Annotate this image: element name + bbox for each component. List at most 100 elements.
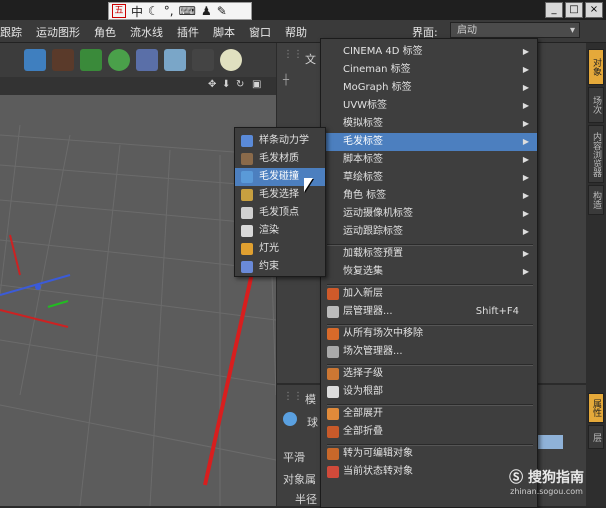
light-icon xyxy=(241,243,253,255)
current-state-icon xyxy=(327,466,339,478)
hair-material-icon xyxy=(241,153,253,165)
submenu-item[interactable]: 渲染 xyxy=(235,222,325,240)
context-menu-item-label: UVW标签 xyxy=(343,100,388,111)
floor-icon[interactable] xyxy=(164,49,186,71)
context-menu-item[interactable]: 运动跟踪标签 ▶ xyxy=(321,223,537,241)
menu-plugins[interactable]: 插件 xyxy=(177,24,199,40)
light-bulb-icon[interactable] xyxy=(220,49,242,71)
submenu-item[interactable]: 毛发顶点 xyxy=(235,204,325,222)
context-menu-item[interactable]: 脚本标签 ▶ xyxy=(321,151,537,169)
camera-icon[interactable] xyxy=(192,49,214,71)
tab-takes[interactable]: 场次 xyxy=(588,87,604,123)
tab-objects[interactable]: 对象 xyxy=(588,49,604,85)
sogou-logo-icon: Ⓢ xyxy=(509,470,524,486)
watermark-title: 搜狗指南 xyxy=(528,470,584,486)
tags-context-menu: CINEMA 4D 标签 ▶ Cineman 标签 ▶ MoGraph 标签 ▶ UVW标签… xyxy=(320,38,538,508)
context-menu-item[interactable]: Cineman 标签 ▶ xyxy=(321,61,537,79)
axis-green xyxy=(47,300,69,308)
submenu-item[interactable]: 样条动力学 xyxy=(235,132,325,150)
moon-icon[interactable]: ☾ xyxy=(148,4,159,18)
ime-mode[interactable]: 中 xyxy=(131,3,143,20)
submenu-arrow-icon: ▶ xyxy=(522,119,529,128)
pen-spline-icon[interactable] xyxy=(52,49,74,71)
menu-script[interactable]: 脚本 xyxy=(213,24,235,40)
submenu-item-label: 灯光 xyxy=(259,243,279,254)
cube-icon[interactable] xyxy=(24,49,46,71)
context-menu-item[interactable]: 运动摄像机标签 ▶ xyxy=(321,205,537,223)
menu-character[interactable]: 角色 xyxy=(94,24,116,40)
context-menu-item-label: 场次管理器... xyxy=(343,346,403,357)
context-menu-item[interactable]: 当前状态转对象 xyxy=(321,463,537,481)
tab-layers[interactable]: 层 xyxy=(588,425,604,449)
context-menu-item-label: 加载标签预置 xyxy=(343,248,403,259)
deformer-icon[interactable] xyxy=(136,49,158,71)
dot-comma-icon[interactable]: °, xyxy=(164,4,174,18)
tab-attributes[interactable]: 属性 xyxy=(588,393,604,423)
watermark-url: zhinan.sogou.com xyxy=(510,487,583,496)
move-view-icon[interactable]: ✥ xyxy=(208,79,216,90)
menu-help[interactable]: 帮助 xyxy=(285,24,307,40)
context-menu-item[interactable]: 草绘标签 ▶ xyxy=(321,169,537,187)
panel-grip-icon[interactable]: ⋮⋮ xyxy=(283,49,303,60)
submenu-arrow-icon: ▶ xyxy=(522,101,529,110)
close-button[interactable]: × xyxy=(585,2,603,18)
submenu-item[interactable]: 灯光 xyxy=(235,240,325,258)
set-root-icon xyxy=(327,386,339,398)
axis-x-blue xyxy=(0,274,71,296)
ime-toolbar[interactable]: 五 中 ☾ °, ⌨ ♟ ✎ xyxy=(108,2,252,20)
context-menu-item[interactable]: UVW标签 ▶ xyxy=(321,97,537,115)
subdivision-icon[interactable] xyxy=(80,49,102,71)
origin-point xyxy=(35,284,41,290)
context-menu-item[interactable]: 毛发标签 ▶ xyxy=(321,133,537,151)
submenu-item[interactable]: 约束 xyxy=(235,258,325,276)
minimize-button[interactable]: _ xyxy=(545,2,563,18)
keyboard-icon[interactable]: ⌨ xyxy=(179,4,196,18)
attr-phong-tab[interactable]: 平滑 xyxy=(283,449,305,465)
wrench-icon[interactable]: ✎ xyxy=(217,4,227,18)
tab-structure[interactable]: 构造 xyxy=(588,185,604,215)
context-menu-item[interactable]: 模拟标签 ▶ xyxy=(321,115,537,133)
submenu-item-label: 样条动力学 xyxy=(259,135,309,146)
context-menu-item[interactable]: 全部折叠 xyxy=(321,423,537,441)
tab-content-browser[interactable]: 内容浏览器 xyxy=(588,125,604,183)
object-panel-title: 文 xyxy=(305,53,316,66)
maximize-view-icon[interactable]: ▣ xyxy=(252,79,261,90)
context-menu-item[interactable]: 转为可编辑对象 xyxy=(321,445,537,463)
context-menu-item[interactable]: CINEMA 4D 标签 ▶ xyxy=(321,43,537,61)
submenu-item-label: 毛发材质 xyxy=(259,153,299,164)
attr-section-title: 对象属 xyxy=(283,473,316,486)
context-menu-item[interactable]: 从所有场次中移除 xyxy=(321,325,537,343)
cloner-icon[interactable] xyxy=(108,49,130,71)
context-menu-item-label: 草绘标签 xyxy=(343,172,383,183)
context-menu-item[interactable]: 层管理器... Shift+F4 xyxy=(321,303,537,321)
context-menu-item[interactable]: 场次管理器... xyxy=(321,343,537,361)
menu-pipeline[interactable]: 流水线 xyxy=(130,24,163,40)
context-menu-item[interactable]: 选择子级 xyxy=(321,365,537,383)
take-manager-icon xyxy=(327,346,339,358)
context-menu-item-label: 模拟标签 xyxy=(343,118,383,129)
maximize-button[interactable]: □ xyxy=(565,2,583,18)
context-menu-item[interactable]: 加载标签预置 ▶ xyxy=(321,245,537,263)
context-menu-item[interactable]: 设为根部 xyxy=(321,383,537,401)
context-menu-item[interactable]: MoGraph 标签 ▶ xyxy=(321,79,537,97)
rotate-view-icon[interactable]: ↻ xyxy=(236,79,244,90)
menu-track[interactable]: 跟踪 xyxy=(0,24,22,40)
context-menu-item[interactable]: 恢复选集 ▶ xyxy=(321,263,537,281)
menu-window[interactable]: 窗口 xyxy=(249,24,271,40)
menu-mograph[interactable]: 运动图形 xyxy=(36,24,80,40)
layout-select[interactable]: 启动 ▾ xyxy=(450,22,580,38)
context-menu-item[interactable]: 全部展开 xyxy=(321,405,537,423)
attr-value-field[interactable] xyxy=(537,435,563,449)
chevron-down-icon: ▾ xyxy=(569,25,575,36)
context-menu-item[interactable]: 角色 标签 ▶ xyxy=(321,187,537,205)
submenu-arrow-icon: ▶ xyxy=(522,137,529,146)
submenu-arrow-icon: ▶ xyxy=(522,209,529,218)
submenu-arrow-icon: ▶ xyxy=(522,83,529,92)
person-icon[interactable]: ♟ xyxy=(201,4,212,18)
title-bar xyxy=(0,0,606,20)
context-menu-item[interactable]: 加入新层 xyxy=(321,285,537,303)
panel-grip-icon[interactable]: ⋮⋮ xyxy=(283,391,303,402)
down-arrow-icon[interactable]: ⬇ xyxy=(222,79,230,90)
submenu-item[interactable]: 毛发材质 xyxy=(235,150,325,168)
ime-logo[interactable]: 五 xyxy=(112,4,126,18)
